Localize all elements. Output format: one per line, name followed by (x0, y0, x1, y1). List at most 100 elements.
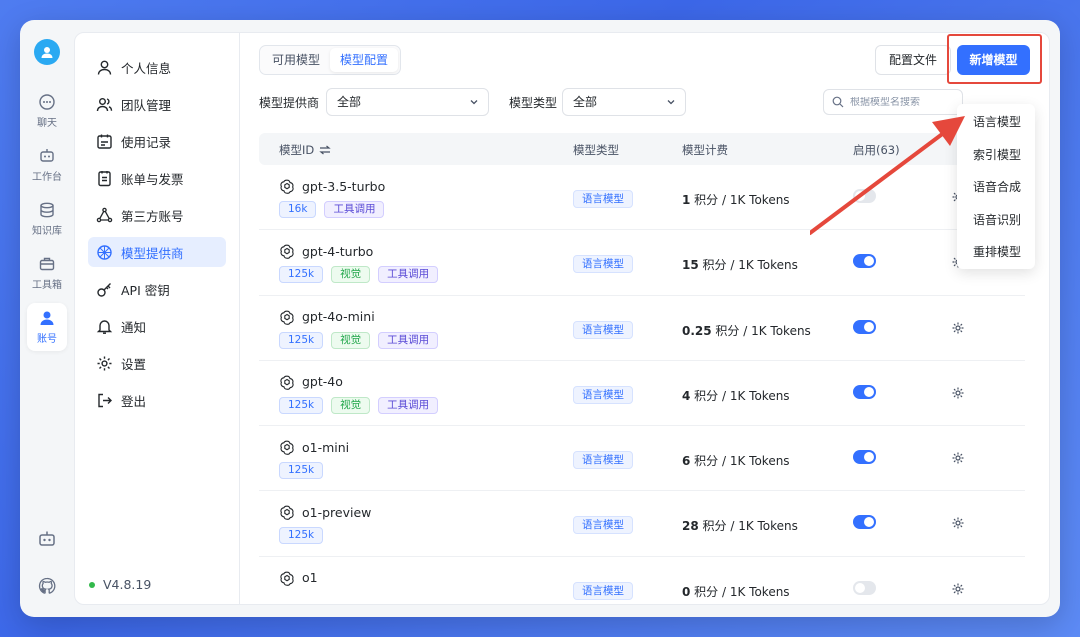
model-id-text: gpt-4o (302, 374, 343, 390)
openai-icon (280, 310, 294, 325)
bot-button[interactable] (20, 529, 74, 549)
model-settings-button[interactable] (951, 386, 965, 400)
menu-item-usage[interactable]: 使用记录 (88, 126, 226, 156)
openai-icon (280, 440, 294, 455)
model-price: 28 积分 / 1K Tokens (682, 517, 798, 534)
model-price: 15 积分 / 1K Tokens (682, 256, 798, 273)
tab-bar: 可用模型 模型配置 (259, 45, 402, 75)
menu-item-billing[interactable]: 账单与发票 (88, 163, 226, 193)
bill-icon (98, 170, 111, 186)
gear-icon (952, 387, 964, 399)
header-type: 模型类型 (573, 143, 619, 157)
dropdown-item-stt[interactable]: 语音识别 (957, 205, 1035, 238)
search-input[interactable] (850, 96, 950, 108)
bell-icon (96, 319, 113, 334)
capability-tag: 125k (279, 527, 324, 545)
enable-toggle[interactable] (853, 384, 876, 399)
capability-tag: 125k (279, 396, 324, 414)
model-settings-button[interactable] (951, 582, 965, 596)
table-row: gpt-4o 125k 视觉 工具调用 语言模型 4 积分 / 1K Tokens (259, 361, 1025, 427)
tab-model-config[interactable]: 模型配置 (330, 48, 399, 72)
enable-toggle[interactable] (853, 254, 876, 269)
menu-item-team[interactable]: 团队管理 (88, 89, 226, 119)
model-price: 0 积分 / 1K Tokens (682, 583, 790, 600)
model-settings-button[interactable] (951, 516, 965, 530)
provider-value: 全部 (337, 95, 362, 109)
table-header: 模型ID 模型类型 模型计费 启用(63) (259, 133, 1025, 165)
capability-tag: 工具调用 (378, 396, 439, 414)
enable-toggle[interactable] (853, 319, 876, 334)
search-icon (832, 96, 844, 108)
capability-tag: 工具调用 (378, 266, 439, 284)
table-body: gpt-3.5-turbo 16k 工具调用 语言模型 1 积分 / 1K Tok… (259, 165, 1025, 604)
tag-group: 125k 视觉 工具调用 (279, 331, 439, 349)
menu-label: 登出 (121, 393, 147, 409)
enable-toggle[interactable] (853, 580, 876, 595)
menu-label: 个人信息 (121, 60, 172, 76)
menu-item-logout[interactable]: 登出 (88, 385, 226, 415)
dropdown-item-tts[interactable]: 语音合成 (957, 172, 1035, 205)
version-info: V4.8.19 (89, 577, 151, 592)
menu-item-model-provider[interactable]: 模型提供商 (88, 237, 226, 267)
rail-item-chat[interactable]: 聊天 (27, 87, 67, 135)
menu-item-api-key[interactable]: API 密钥 (88, 274, 226, 304)
menu-item-settings[interactable]: 设置 (88, 348, 226, 378)
model-name: gpt-4o-mini (279, 309, 375, 325)
menu-label: 模型提供商 (121, 245, 184, 261)
model-settings-button[interactable] (951, 321, 965, 335)
rail-item-toolbox[interactable]: 工具箱 (27, 249, 67, 297)
settings-panel: 个人信息 团队管理 使用记录 账单与发票 第三方账号 模型提供商 API 密钥 … (74, 32, 1050, 605)
chevron-down-icon (667, 100, 675, 105)
header-label: 模型ID (279, 143, 315, 157)
model-id-text: gpt-4-turbo (302, 243, 374, 259)
config-file-button[interactable]: 配置文件 (875, 45, 951, 75)
search-box[interactable] (823, 89, 963, 115)
capability-tag: 视觉 (331, 396, 371, 414)
rail-label: 知识库 (32, 226, 62, 237)
model-id-text: o1-preview (302, 504, 372, 520)
status-dot (89, 581, 95, 588)
enable-toggle[interactable] (853, 515, 876, 530)
dropdown-item-embedding[interactable]: 索引模型 (957, 140, 1035, 173)
icon-rail: 聊天 工作台 知识库 工具箱 账号 (20, 20, 74, 617)
header-model-id[interactable]: 模型ID (279, 142, 331, 158)
menu-item-notify[interactable]: 通知 (88, 311, 226, 341)
robot-icon (39, 531, 55, 546)
github-icon (38, 577, 56, 594)
price-unit: 积分 / 1K Tokens (711, 323, 811, 338)
dropdown-item-llm[interactable]: 语言模型 (957, 107, 1035, 140)
capability-tag: 视觉 (331, 331, 371, 349)
add-model-button[interactable]: 新增模型 (957, 45, 1030, 75)
enable-toggle[interactable] (853, 450, 876, 465)
model-settings-button[interactable] (951, 451, 965, 465)
rail-item-knowledge[interactable]: 知识库 (27, 195, 67, 243)
rail-label: 账号 (37, 334, 57, 345)
price-unit: 积分 / 1K Tokens (690, 454, 790, 469)
menu-item-third-party[interactable]: 第三方账号 (88, 200, 226, 230)
capability-tag: 125k (279, 266, 324, 284)
tab-available-models[interactable]: 可用模型 (262, 48, 330, 72)
capability-tag: 视觉 (331, 266, 371, 284)
database-icon (40, 202, 54, 218)
main-content: 可用模型 模型配置 配置文件 新增模型 模型提供商 全部 模型类型 全部 根据模… (241, 33, 1049, 604)
avatar[interactable] (34, 39, 60, 65)
app-window: 聊天 工作台 知识库 工具箱 账号 个人信息 团队管理 使用记录 账单与发票 第… (20, 20, 1060, 617)
enable-toggle[interactable] (853, 189, 876, 203)
capability-tag: 工具调用 (378, 331, 439, 349)
rail-item-account[interactable]: 账号 (27, 303, 67, 351)
table-row: gpt-4-turbo 125k 视觉 工具调用 语言模型 15 积分 / 1K T… (259, 230, 1025, 296)
model-name: o1 (279, 570, 318, 586)
table-row: o1-preview 125k 语言模型 28 积分 / 1K Tokens (259, 491, 1025, 557)
provider-select[interactable]: 全部 (326, 88, 489, 116)
openai-icon (280, 179, 294, 194)
type-select[interactable]: 全部 (562, 88, 686, 116)
dropdown-item-rerank[interactable]: 重排模型 (957, 237, 1035, 270)
tag-group: 125k (279, 527, 324, 545)
rail-item-workbench[interactable]: 工作台 (27, 141, 67, 189)
header-enabled: 启用(63) (853, 143, 900, 157)
openai-icon (280, 375, 294, 390)
gear-icon (952, 583, 964, 595)
menu-label: 第三方账号 (121, 208, 184, 224)
github-button[interactable] (20, 576, 74, 596)
menu-item-profile[interactable]: 个人信息 (88, 52, 226, 82)
